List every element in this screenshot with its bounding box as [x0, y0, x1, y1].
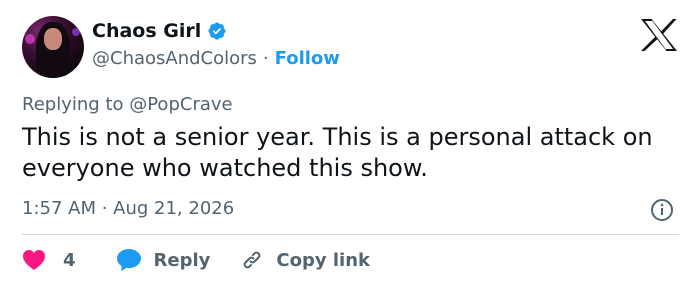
action-bar: 4 Reply Copy link [22, 244, 370, 276]
link-icon [244, 251, 261, 269]
avatar-face [44, 28, 62, 50]
avatar-decoration [72, 28, 80, 36]
copy-link-label: Copy link [276, 249, 370, 271]
replying-to-mention[interactable]: @PopCrave [129, 94, 232, 115]
replying-to-prefix: Replying to [22, 94, 124, 115]
divider [22, 234, 679, 235]
avatar-decoration [25, 34, 35, 44]
reply-button[interactable]: Reply [116, 248, 211, 272]
author-name-row: Chaos Girl [92, 20, 227, 42]
like-button[interactable]: 4 [22, 249, 76, 271]
heart-icon [23, 250, 45, 270]
separator-dot: · [262, 48, 269, 69]
verified-badge-icon [208, 22, 226, 40]
replying-to: Replying to @PopCrave [22, 94, 233, 115]
author-handle-row: @ChaosAndColors · Follow [92, 48, 340, 69]
author-name[interactable]: Chaos Girl [92, 20, 201, 42]
follow-button[interactable]: Follow [275, 48, 340, 69]
tweet-text: This is not a senior year. This is a per… [22, 123, 653, 182]
avatar[interactable] [22, 16, 84, 78]
author-handle[interactable]: @ChaosAndColors [92, 48, 257, 69]
speech-bubble-icon [116, 249, 141, 271]
copy-link-button[interactable]: Copy link [240, 248, 370, 272]
like-count: 4 [63, 249, 76, 271]
tweet-timestamp[interactable]: 1:57 AM · Aug 21, 2026 [22, 198, 234, 219]
info-icon[interactable] [650, 198, 674, 222]
x-logo-icon[interactable] [640, 18, 678, 52]
reply-label: Reply [153, 249, 211, 271]
